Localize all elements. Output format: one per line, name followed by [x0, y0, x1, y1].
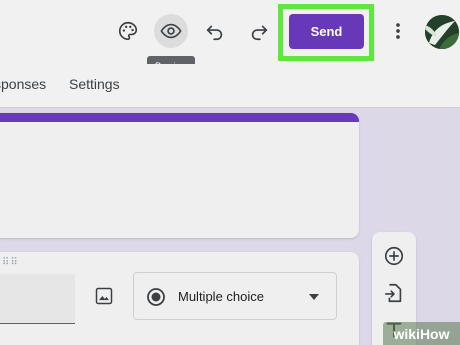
- tab-responses[interactable]: sponses: [0, 76, 46, 92]
- radio-button-icon: [147, 288, 165, 306]
- title-card-accent: [0, 113, 359, 122]
- drag-handle[interactable]: ⠿⠿: [2, 257, 19, 268]
- form-title-card[interactable]: [0, 113, 359, 238]
- image-icon: [95, 287, 113, 305]
- send-button[interactable]: Send: [289, 14, 364, 49]
- form-tabs-bar: sponses Settings: [0, 64, 460, 108]
- undo-button[interactable]: [198, 14, 232, 48]
- wikihow-watermark: wikiHow: [383, 322, 460, 345]
- question-type-label: Multiple choice: [178, 289, 264, 304]
- preview-button[interactable]: [154, 14, 188, 48]
- leaf-avatar-image: [425, 15, 459, 49]
- add-circle-icon: [384, 246, 404, 266]
- question-type-dropdown[interactable]: Multiple choice: [133, 272, 337, 320]
- import-questions-button[interactable]: [380, 279, 408, 307]
- redo-icon: [251, 25, 268, 41]
- more-vert-icon: [396, 23, 400, 39]
- import-icon: [384, 283, 402, 303]
- undo-icon: [206, 25, 223, 41]
- palette-icon: [119, 21, 138, 41]
- add-question-button[interactable]: [380, 242, 408, 270]
- eye-icon: [160, 23, 182, 39]
- redo-button[interactable]: [242, 14, 276, 48]
- more-options-button[interactable]: [381, 14, 415, 48]
- chevron-down-icon: [309, 294, 319, 300]
- customize-theme-button[interactable]: [111, 14, 145, 48]
- tab-settings[interactable]: Settings: [69, 76, 120, 92]
- account-avatar[interactable]: [425, 15, 459, 49]
- add-image-button[interactable]: [90, 282, 118, 310]
- question-input[interactable]: [0, 274, 75, 324]
